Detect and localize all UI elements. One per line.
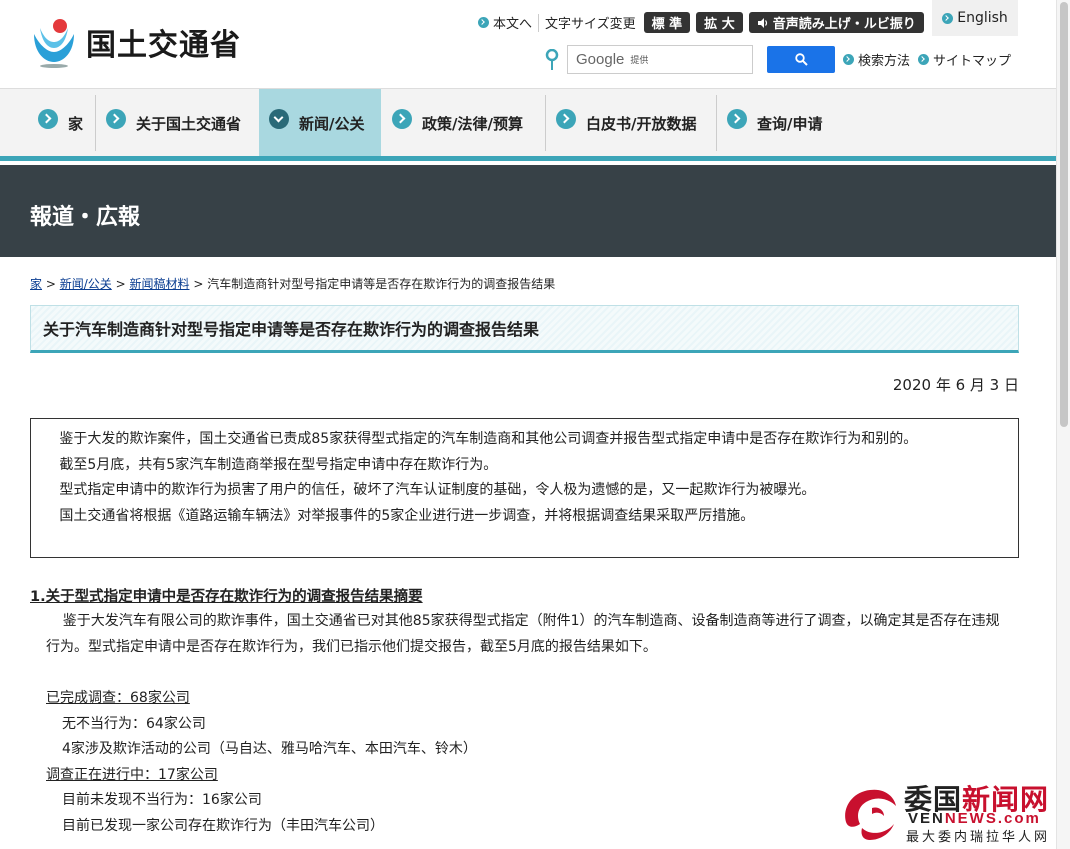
text-size-standard-button[interactable]: 標 準 [643,12,691,33]
nav-item-inquiry[interactable]: 查询/申请 [727,89,822,157]
watermark-url: VENNEWS.com [908,810,1041,827]
in-progress-heading: 调查正在进行中：17家公司 [46,766,218,783]
page-scrollbar[interactable] [1056,0,1070,849]
section-1-title: 1.关于型式指定申请中是否存在欺诈行为的调查报告结果摘要 [30,589,423,605]
breadcrumb-sep: > [115,277,130,291]
search-method-link[interactable]: 検索方法 [843,50,910,69]
breadcrumb: 家 > 新闻/公关 > 新闻稿材料 > 汽车制造商针对型号指定申请等是否存在欺诈… [30,275,555,292]
google-provided-label: 提供 [630,56,649,66]
list-item: 4家涉及欺诈活动的公司（马自达、雅马哈汽车、本田汽车、铃木） [62,741,477,757]
sitemap-label: サイトマップ [933,54,1012,69]
scrollbar-thumb[interactable] [1060,2,1068,427]
speech-ruby-button[interactable]: 音声読み上げ・ルビ振り [748,12,924,33]
article-date: 2020 年 6 月 3 日 [892,376,1019,394]
speech-ruby-label: 音声読み上げ・ルビ振り [772,17,916,32]
nav-item-label: 家 [68,114,84,133]
arrow-circle-icon [478,17,489,28]
location-pin-icon [545,48,559,70]
search-button[interactable] [767,46,835,73]
search-bar: Google 提供 検索方法 サイトマップ [545,45,1011,74]
nav-divider [545,95,546,151]
arrow-circle-icon [269,109,289,129]
watermark-url-b: NEWS.com [944,810,1041,827]
summary-paragraph: 国土交通省将根据《道路运输车辆法》对举报事件的5家企业进行进一步调查，并将根据调… [59,507,755,524]
arrow-circle-icon [918,54,930,65]
list-item: 无不当行为：64家公司 [62,715,206,732]
logo-text: 国土交通省 [86,28,241,63]
article-title: 关于汽车制造商针对型号指定申请等是否存在欺诈行为的调查报告结果 [43,320,540,339]
breadcrumb-news[interactable]: 新闻/公关 [60,277,112,291]
english-label: English [957,10,1008,26]
sitemap-link[interactable]: サイトマップ [918,50,1011,69]
mlit-logo[interactable]: 国土交通省 [30,16,241,68]
summary-paragraph: 型式指定申请中的欺诈行为损害了用户的信任，破坏了汽车认证制度的基础，令人极为遗憾… [59,482,816,498]
breadcrumb-current: 汽车制造商针对型号指定申请等是否存在欺诈行为的调查报告结果 [207,277,556,291]
arrow-circle-icon [942,12,954,24]
search-method-label: 検索方法 [858,54,911,69]
results-list: 已完成调查：68家公司 无不当行为：64家公司 4家涉及欺诈活动的公司（马自达、… [46,686,477,839]
search-icon [794,53,808,66]
arrow-circle-icon [843,54,854,65]
dragon-logo-icon [845,789,896,840]
breadcrumb-press[interactable]: 新闻稿材料 [129,277,189,291]
arrow-circle-icon [392,109,412,129]
nav-item-label: 查询/申请 [757,114,823,133]
breadcrumb-home[interactable]: 家 [30,277,42,291]
nav-item-label: 白皮书/开放数据 [586,114,697,133]
google-brand: Google [576,51,625,68]
nav-divider [716,95,717,151]
main-nav: 家 关于国土交通省 新闻/公关 政策/法律/预算 白皮书/开放数据 查询/申请 [0,88,1056,158]
summary-paragraph: 截至5月底，共有5家汽车制造商举报在型号指定申请中存在欺诈行为。 [59,456,498,473]
watermark-tagline: 最大委内瑞拉华人网 [906,830,1051,845]
utility-bar: 本文へ 文字サイズ変更 標 準 拡 大 音声読み上げ・ルビ振り [478,12,924,33]
breadcrumb-sep: > [193,277,208,291]
arrow-circle-icon [556,109,576,129]
skip-to-main-link[interactable]: 本文へ [478,13,532,32]
speaker-icon [757,17,767,28]
nav-item-label: 新闻/公关 [299,114,365,133]
divider [538,13,540,32]
nav-divider [95,95,96,151]
english-link[interactable]: English [932,0,1018,36]
completed-heading: 已完成调查：68家公司 [46,690,190,706]
breadcrumb-sep: > [45,277,60,291]
watermark-url-a: VEN [908,810,945,827]
banner-title: 報道・広報 [30,205,141,230]
text-size-large-button[interactable]: 拡 大 [696,12,743,33]
mlit-logo-icon [34,19,74,68]
arrow-circle-icon [106,109,126,129]
nav-item-whitepaper[interactable]: 白皮书/开放数据 [556,89,696,157]
watermark: 委国新闻网 VENNEWS.com 最大委内瑞拉华人网 [828,778,1064,848]
nav-item-label: 政策/法律/预算 [422,114,523,133]
list-item: 目前已发现一家公司存在欺诈行为（丰田汽车公司） [62,817,384,834]
nav-item-about[interactable]: 关于国土交通省 [106,89,241,157]
text-size-label: 文字サイズ変更 [545,17,636,32]
nav-accent-bar [0,156,1056,161]
nav-item-news[interactable]: 新闻/公关 [259,89,381,157]
article-title-box: 关于汽车制造商针对型号指定申请等是否存在欺诈行为的调查报告结果 [30,305,1019,353]
list-item: 目前未发现不当行为：16家公司 [62,792,262,808]
nav-item-policy[interactable]: 政策/法律/预算 [392,89,523,157]
nav-item-home[interactable]: 家 [38,89,83,157]
section-1-body: 鉴于大发汽车有限公司的欺诈事件，国土交通省已对其他85家获得型式指定（附件1）的… [46,613,1000,655]
arrow-circle-icon [38,109,58,129]
site-header: 国土交通省 本文へ 文字サイズ変更 標 準 拡 大 音声読み上げ・ルビ振り En… [0,0,1056,88]
summary-paragraph: 鉴于大发的欺诈案件，国土交通省已责成85家获得型式指定的汽车制造商和其他公司调查… [59,431,918,447]
skip-to-main-label: 本文へ [493,17,533,32]
search-input[interactable]: Google 提供 [567,45,753,74]
nav-item-label: 关于国土交通省 [136,114,242,133]
arrow-circle-icon [727,109,747,129]
summary-box: 鉴于大发的欺诈案件，国土交通省已责成85家获得型式指定的汽车制造商和其他公司调查… [30,418,1019,558]
section-banner: 報道・広報 [0,165,1056,257]
